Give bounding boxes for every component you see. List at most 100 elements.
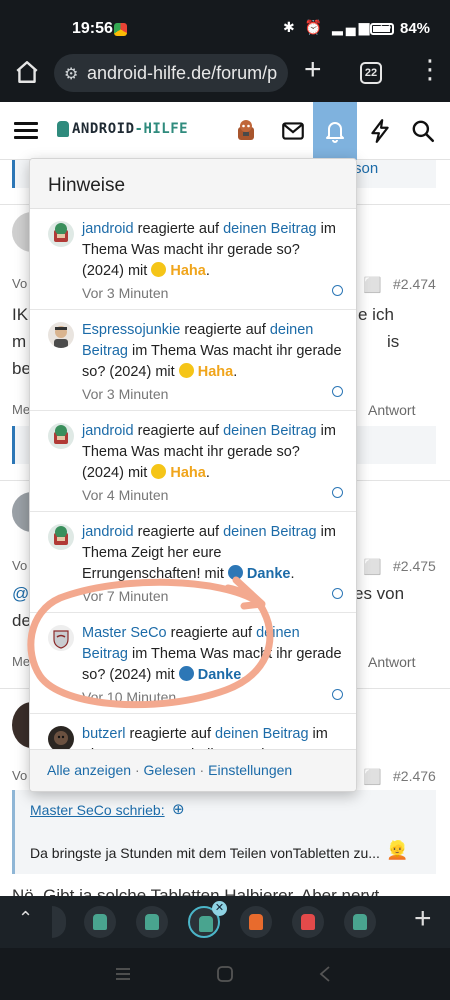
- mark-read-toggle[interactable]: [332, 689, 343, 700]
- alert-item[interactable]: jandroid reagierte auf deinen Beitrag im…: [30, 512, 356, 613]
- tab-thumbnail[interactable]: [344, 906, 376, 938]
- site-settings-icon[interactable]: ⚙: [64, 64, 78, 84]
- user-avatar-icon[interactable]: [233, 118, 259, 144]
- system-nav-bar: [0, 948, 450, 1000]
- alert-user-link[interactable]: jandroid: [82, 423, 134, 439]
- more-menu-icon[interactable]: ⋮: [417, 54, 443, 84]
- hamburger-menu-icon[interactable]: [14, 122, 38, 140]
- close-tab-icon[interactable]: ✕: [212, 901, 227, 916]
- alert-user-link[interactable]: Espressojunkie: [82, 322, 180, 338]
- bookmark-icon[interactable]: ⬜: [363, 276, 382, 294]
- alert-item[interactable]: jandroid reagierte auf deinen Beitrag im…: [30, 209, 356, 310]
- alert-time: Vor 7 Minuten: [82, 588, 169, 604]
- user-avatar[interactable]: [48, 322, 74, 348]
- site-header: ANDROID-HILFE: [0, 102, 450, 160]
- post2-mention[interactable]: @: [12, 584, 29, 604]
- user-avatar[interactable]: [48, 423, 74, 449]
- bell-icon: [326, 122, 344, 143]
- haha-emoji-icon: [151, 262, 167, 277]
- reaction-label: Danke: [246, 566, 291, 582]
- alerts-bell-button[interactable]: [313, 102, 357, 160]
- post1-number[interactable]: #2.474: [393, 276, 436, 292]
- inbox-envelope-icon[interactable]: [280, 118, 306, 144]
- alert-text: reagierte auf: [166, 625, 257, 641]
- alert-time: Vor 3 Minuten: [82, 386, 169, 402]
- haha-emoji-icon: [151, 464, 167, 479]
- thumbs-up-icon: [227, 565, 243, 580]
- back-icon[interactable]: [318, 965, 332, 983]
- user-avatar[interactable]: [48, 625, 74, 651]
- alert-item[interactable]: butzerl reagierte auf deinen Beitrag im …: [30, 714, 356, 749]
- settings-link[interactable]: Einstellungen: [208, 762, 292, 778]
- tab-thumbnail[interactable]: [84, 906, 116, 938]
- user-avatar[interactable]: [48, 524, 74, 550]
- status-time: 19:56: [72, 20, 113, 37]
- post3-number[interactable]: #2.476: [393, 768, 436, 784]
- battery-icon: [370, 23, 394, 35]
- tab-thumbnail[interactable]: [52, 906, 66, 938]
- mark-read-toggle[interactable]: [332, 285, 343, 296]
- mark-read-toggle[interactable]: [332, 588, 343, 599]
- show-all-link[interactable]: Alle anzeigen: [47, 762, 131, 778]
- alert-user-link[interactable]: butzerl: [82, 726, 126, 742]
- new-tab-icon[interactable]: +: [414, 902, 432, 936]
- alert-text: reagierte auf: [125, 726, 216, 742]
- popup-title: Hinweise: [30, 159, 356, 209]
- site-logo[interactable]: ANDROID-HILFE: [57, 121, 188, 137]
- alert-user-link[interactable]: jandroid: [82, 524, 134, 540]
- browser-toolbar: ⚙ android-hilfe.de/forum/p + 22 ⋮: [0, 48, 450, 102]
- mark-read-toggle[interactable]: [332, 386, 343, 397]
- post3-author[interactable]: Vo: [12, 768, 27, 783]
- whats-new-bolt-icon[interactable]: [367, 118, 393, 144]
- url-text[interactable]: android-hilfe.de/forum/p: [87, 63, 277, 84]
- alert-user-link[interactable]: Master SeCo: [82, 625, 167, 641]
- quote-author-link[interactable]: Master SeCo schrieb:: [30, 802, 165, 818]
- alert-text: reagierte auf: [133, 423, 224, 439]
- home-button-icon[interactable]: [216, 965, 234, 983]
- alert-post-link[interactable]: deinen Beitrag: [223, 423, 317, 439]
- battery-percent: 84%: [400, 20, 431, 37]
- alert-item[interactable]: Master SeCo reagierte auf deinen Beitrag…: [30, 613, 356, 714]
- logo-text-prefix: ANDROID: [72, 121, 135, 137]
- alert-user-link[interactable]: jandroid: [82, 221, 134, 237]
- alert-item[interactable]: Espressojunkie reagierte auf deinen Beit…: [30, 310, 356, 411]
- mark-read-toggle[interactable]: [332, 487, 343, 498]
- quote-snippet-text: son: [354, 160, 379, 177]
- tab-switcher-button[interactable]: 22: [360, 62, 382, 84]
- quote-text: Da bringste ja Stunden mit dem Teilen vo…: [30, 845, 380, 861]
- expand-tabs-icon[interactable]: ⌃: [18, 908, 33, 929]
- quote-jump-icon[interactable]: ⊕: [172, 800, 185, 818]
- post2-number[interactable]: #2.475: [393, 558, 436, 574]
- post1-author[interactable]: Vo: [12, 276, 27, 291]
- alert-post-link[interactable]: deinen Beitrag: [223, 221, 317, 237]
- home-icon[interactable]: [14, 59, 40, 85]
- bookmark-icon[interactable]: ⬜: [363, 768, 382, 786]
- tab-thumbnail[interactable]: [136, 906, 168, 938]
- recents-icon[interactable]: [114, 966, 132, 982]
- tab-thumbnail[interactable]: [292, 906, 324, 938]
- alert-item[interactable]: jandroid reagierte auf deinen Beitrag im…: [30, 411, 356, 512]
- alert-text: reagierte auf: [133, 524, 224, 540]
- reaction-label: Haha: [197, 364, 234, 380]
- new-tab-icon[interactable]: +: [304, 53, 322, 87]
- alert-time: Vor 3 Minuten: [82, 285, 169, 301]
- alert-post-link[interactable]: deinen Beitrag: [223, 524, 317, 540]
- user-avatar[interactable]: [48, 726, 74, 749]
- mark-read-link[interactable]: Gelesen: [144, 762, 196, 778]
- post2-text-end: es von: [354, 584, 405, 603]
- post1-reactions[interactable]: Me: [12, 402, 30, 417]
- post2-author[interactable]: Vo: [12, 558, 27, 573]
- alerts-list[interactable]: jandroid reagierte auf deinen Beitrag im…: [30, 209, 356, 749]
- alert-post-link[interactable]: deinen Beitrag: [215, 726, 309, 742]
- post2-reply-button[interactable]: Antwort: [368, 654, 415, 670]
- post2-reactions[interactable]: Me: [12, 654, 30, 669]
- haha-emoji-icon: [178, 363, 194, 378]
- search-icon[interactable]: [410, 118, 436, 144]
- bookmark-icon[interactable]: ⬜: [363, 558, 382, 576]
- address-bar[interactable]: ⚙ android-hilfe.de/forum/p: [54, 54, 288, 92]
- user-avatar[interactable]: [48, 221, 74, 247]
- logo-text-suffix: -HILFE: [134, 121, 189, 137]
- alerts-popup: Hinweise jandroid reagierte auf deinen B…: [29, 158, 357, 792]
- tab-thumbnail[interactable]: [240, 906, 272, 938]
- post1-reply-button[interactable]: Antwort: [368, 402, 415, 418]
